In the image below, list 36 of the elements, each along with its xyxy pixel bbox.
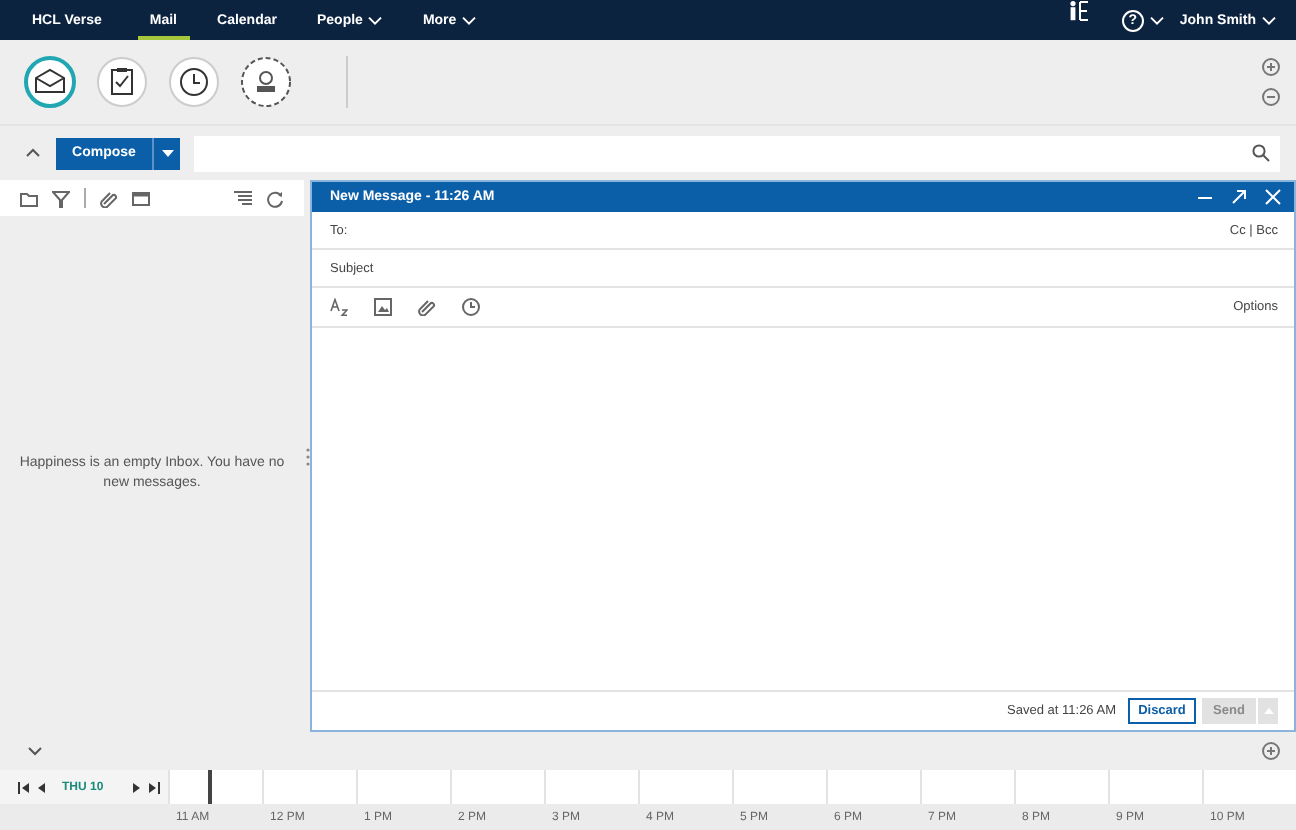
zoom-in-icon[interactable] [1262, 58, 1280, 76]
tasks-launcher-icon[interactable] [96, 56, 148, 108]
people-list-icon[interactable] [1067, 0, 1090, 22]
pop-out-icon[interactable] [1230, 188, 1248, 206]
resize-handle-icon[interactable] [305, 447, 309, 465]
clock-icon[interactable] [462, 298, 480, 316]
chevron-down-icon [368, 15, 383, 25]
sort-icon[interactable] [234, 189, 252, 207]
close-icon[interactable] [1264, 188, 1282, 206]
next-icon[interactable] [131, 781, 140, 793]
chevron-down-icon [1262, 15, 1276, 25]
attachment-icon[interactable] [100, 189, 118, 207]
expand-icon[interactable] [28, 746, 42, 756]
chevron-down-icon [462, 15, 477, 25]
person-launcher-icon[interactable] [240, 56, 292, 108]
chevron-down-icon [1149, 15, 1164, 25]
text-format-icon[interactable] [330, 298, 348, 316]
envelope-icon[interactable] [132, 189, 150, 207]
image-icon[interactable] [374, 298, 392, 316]
folder-icon[interactable] [20, 189, 38, 207]
zoom-out-icon[interactable] [1262, 88, 1280, 106]
caret-down-icon [161, 149, 173, 157]
first-page-icon[interactable] [18, 781, 30, 793]
search-icon [1252, 144, 1270, 162]
add-icon[interactable] [1262, 742, 1280, 760]
refresh-icon[interactable] [266, 189, 284, 207]
filter-icon[interactable] [52, 189, 70, 207]
attachment-icon[interactable] [418, 298, 436, 316]
current-time-marker [208, 770, 212, 804]
last-page-icon[interactable] [147, 781, 160, 793]
clock-launcher-icon[interactable] [168, 56, 220, 108]
mail-launcher-icon[interactable] [24, 56, 76, 108]
previous-icon[interactable] [38, 781, 46, 793]
compose-menu-button[interactable] [154, 137, 180, 169]
search-field[interactable] [194, 135, 1280, 171]
collapse-icon[interactable] [26, 148, 40, 158]
